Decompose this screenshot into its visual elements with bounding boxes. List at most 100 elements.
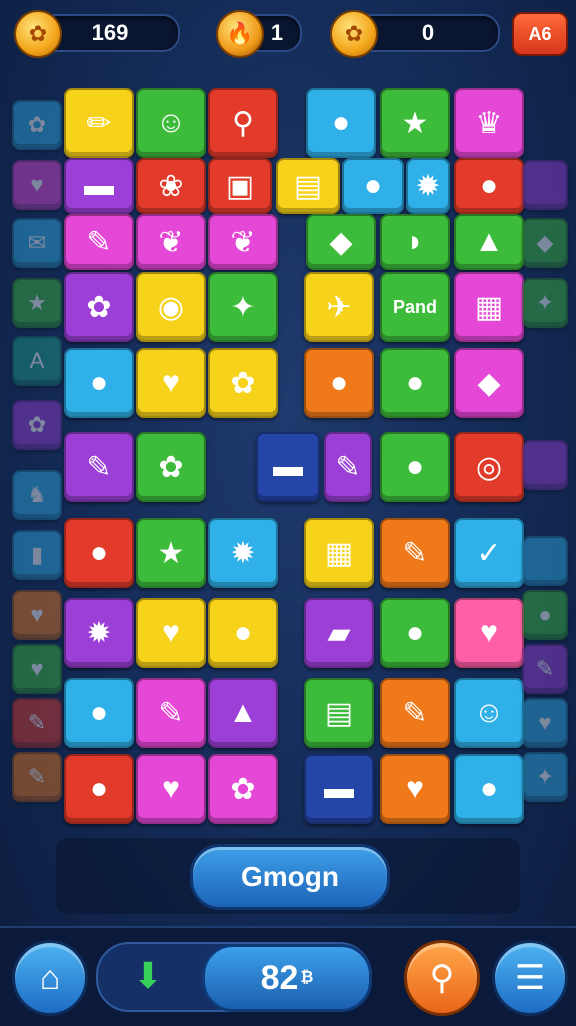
tile-flowers-icon[interactable]: ✿	[64, 272, 134, 342]
tile-smiley-icon[interactable]: ☺	[454, 678, 524, 748]
tile-bread-icon[interactable]: ◗	[380, 214, 450, 270]
tile-star-icon[interactable]: ★	[136, 518, 206, 588]
side-tile-icon	[522, 440, 568, 490]
tile-cake-icon[interactable]: ▬	[256, 432, 320, 502]
side-tile-icon: ✎	[522, 644, 568, 694]
side-tile-icon	[522, 536, 568, 586]
menu-button[interactable]: ☰	[492, 940, 568, 1016]
tile-gold-icon[interactable]: ◆	[454, 348, 524, 418]
tile-heart-icon[interactable]: ♥	[136, 348, 206, 418]
tile-leaf-icon[interactable]: ✦	[208, 272, 278, 342]
tile-fruit-icon[interactable]: ❦	[208, 214, 278, 270]
score-suffix: ₿	[300, 969, 314, 986]
side-tile-icon: ✉	[12, 218, 62, 268]
side-tile-icon: ✦	[522, 278, 568, 328]
tile-grape-icon[interactable]: ●	[380, 348, 450, 418]
tile-plane-icon[interactable]: ✈	[304, 272, 374, 342]
flame-icon: 🔥	[216, 10, 264, 58]
side-tile-icon: ◆	[522, 218, 568, 268]
tile-lollipop-icon[interactable]: ⚲	[208, 88, 278, 158]
score-value: 82	[260, 958, 299, 997]
search-icon: ⚲	[429, 959, 455, 997]
tile-ice-icon[interactable]: ▬	[304, 754, 374, 824]
tile-apple-icon[interactable]: ●	[64, 678, 134, 748]
home-button[interactable]: ⌂	[12, 940, 88, 1016]
tile-heart-icon[interactable]: ♥	[380, 754, 450, 824]
tile-bird-icon[interactable]: ●	[306, 88, 376, 158]
coin-icon: ✿	[14, 10, 62, 58]
tile-fish-icon[interactable]: ◆	[306, 214, 376, 270]
tile-cone-icon[interactable]: ▲	[454, 214, 524, 270]
side-tile-icon: ✿	[12, 100, 62, 150]
tile-tool-icon[interactable]: ✎	[64, 432, 134, 502]
tile-candy-icon[interactable]: ✿	[208, 754, 278, 824]
tile-crate-icon[interactable]: ▤	[276, 158, 340, 214]
gem-icon: ✿	[330, 10, 378, 58]
tile-bow-icon[interactable]: ✿	[208, 348, 278, 418]
tile-heart-icon[interactable]: ♥	[136, 754, 206, 824]
arrow-down-icon[interactable]: ⬇	[128, 955, 168, 996]
tile-sun-icon[interactable]: ✹	[64, 598, 134, 668]
tile-fruit-icon[interactable]: ❦	[136, 214, 206, 270]
tile-cake-icon[interactable]: ▲	[208, 678, 278, 748]
tile-frog-icon[interactable]: ●	[64, 754, 134, 824]
menu-icon: ☰	[514, 959, 546, 997]
tile-pencil-icon[interactable]: ✎	[136, 678, 206, 748]
tile-book-icon[interactable]: ▤	[304, 678, 374, 748]
tile-ball-icon[interactable]: ◉	[136, 272, 206, 342]
side-tile-icon: ♥	[12, 644, 62, 694]
tile-star-icon[interactable]: ★	[380, 88, 450, 158]
tile-brush-icon[interactable]: ✎	[64, 214, 134, 270]
tile-lemon-icon[interactable]: ●	[64, 348, 134, 418]
tile-pencil-icon[interactable]: ✎	[380, 518, 450, 588]
flame-count: 1	[270, 20, 284, 45]
tile-dice-icon[interactable]: ▦	[304, 518, 374, 588]
tile-cube-icon[interactable]: ▦	[454, 272, 524, 342]
tile-brush-icon[interactable]: ✎	[380, 678, 450, 748]
tile-berries-icon[interactable]: ❀	[136, 158, 206, 214]
side-tile-icon: ▮	[12, 530, 62, 580]
tile-bar-icon[interactable]: ▬	[64, 158, 134, 214]
tile-balloon-icon[interactable]: ●	[454, 754, 524, 824]
tile-button-icon[interactable]: ◎	[454, 432, 524, 502]
side-tile-icon	[522, 160, 568, 210]
search-button[interactable]: ⚲	[404, 940, 480, 1016]
go-button-label: Gmogn	[241, 861, 339, 892]
tile-candy-icon[interactable]: ●	[454, 158, 524, 214]
tile-heart-icon[interactable]: ♥	[136, 598, 206, 668]
tile-check-icon[interactable]: ✓	[454, 518, 524, 588]
side-tile-icon: ✎	[12, 698, 62, 748]
tile-key-icon[interactable]: ●	[208, 598, 278, 668]
side-tile-icon: ♥	[12, 160, 62, 210]
home-icon: ⌂	[39, 958, 61, 997]
tile-lime-icon[interactable]: ●	[380, 598, 450, 668]
tile-eraser-icon[interactable]: ▰	[304, 598, 374, 668]
tile-pumpkin-icon[interactable]: ●	[304, 348, 374, 418]
tile-torch-icon[interactable]: ✎	[324, 432, 372, 502]
side-tile-icon: ✎	[12, 752, 62, 802]
tile-ghost-icon[interactable]: ☺	[136, 88, 206, 158]
side-tile-icon: ♥	[522, 698, 568, 748]
level-button[interactable]: A6	[512, 12, 568, 56]
tile-lemon-icon[interactable]: ●	[380, 432, 450, 502]
tile-gear-icon[interactable]: ✹	[208, 518, 278, 588]
tile-blueberry-icon[interactable]: ●	[64, 518, 134, 588]
coin-count: 169	[91, 20, 129, 45]
tile-word-icon[interactable]: Pand	[380, 272, 450, 342]
tile-sun-icon[interactable]: ✹	[406, 158, 450, 214]
side-tile-icon: ●	[522, 590, 568, 640]
tile-plum-icon[interactable]: ●	[342, 158, 404, 214]
tile-crown-icon[interactable]: ♛	[454, 88, 524, 158]
tile-pencil-icon[interactable]: ✏	[64, 88, 134, 158]
tile-heart-icon[interactable]: ♥	[454, 598, 524, 668]
side-tile-icon: ♥	[12, 590, 62, 640]
tile-cookies-icon[interactable]: ✿	[136, 432, 206, 502]
gem-count: 0	[421, 20, 435, 45]
go-button[interactable]: Gmogn	[190, 844, 390, 910]
side-tile-icon: A	[12, 336, 62, 386]
side-tile-icon: ✿	[12, 400, 62, 450]
tile-frame-icon[interactable]: ▣	[208, 158, 272, 214]
side-tile-icon: ★	[12, 278, 62, 328]
level-label: A6	[528, 23, 552, 44]
score-display: 82 ₿	[202, 944, 372, 1012]
